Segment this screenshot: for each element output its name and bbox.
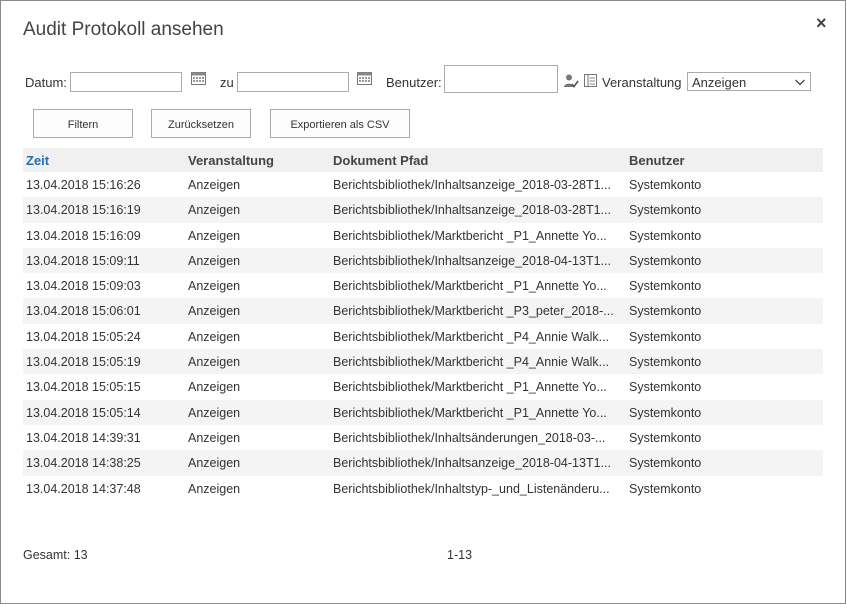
user-label: Benutzer: [386,75,442,90]
cell-document-path: Berichtsbibliothek/Inhaltstyp-_und_Liste… [333,481,610,496]
date-from-input[interactable] [70,72,182,92]
cell-time: 13.04.2018 15:05:15 [26,380,141,395]
event-label: Veranstaltung [602,75,682,90]
close-icon[interactable]: × [816,13,827,34]
cell-event: Anzeigen [188,355,241,370]
cell-user: Systemkonto [629,380,702,395]
cell-user: Systemkonto [629,329,702,344]
people-picker-icon[interactable] [563,73,579,89]
dialog-title: Audit Protokoll ansehen [23,19,224,40]
table-header: Zeit Veranstaltung Dokument Pfad Benutze… [23,148,823,172]
table-row[interactable]: 13.04.2018 15:16:19 Anzeigen Berichtsbibli… [23,197,823,223]
table-row[interactable]: 13.04.2018 15:09:11 Anzeigen Berichtsbibli… [23,247,823,274]
cell-user: Systemkonto [629,405,702,420]
column-header-event[interactable]: Veranstaltung [188,153,328,168]
table-row[interactable]: 13.04.2018 15:05:19 Anzeigen Berichtsbibli… [23,349,823,375]
cell-time: 13.04.2018 15:16:26 [26,178,141,192]
cell-time: 13.04.2018 15:09:11 [26,253,140,268]
cell-document-path: Berichtsbibliothek/Marktbericht _P1_Anne… [333,228,607,243]
table-row[interactable]: 13.04.2018 15:05:14 Anzeigen Berichtsbibli… [23,399,823,425]
cell-time: 13.04.2018 15:05:14 [26,405,141,420]
date-label: Datum: [25,75,67,90]
cell-document-path: Berichtsbibliothek/Inhaltsanzeige_2018-0… [333,203,611,218]
cell-user: Systemkonto [629,355,702,370]
cell-event: Anzeigen [188,329,241,344]
cell-user: Systemkonto [629,481,702,496]
cell-user: Systemkonto [629,253,702,268]
cell-event: Anzeigen [188,178,241,192]
cell-user: Systemkonto [629,203,702,218]
cell-time: 13.04.2018 15:16:09 [26,228,141,243]
cell-time: 13.04.2018 15:09:03 [26,279,141,294]
cell-document-path: Berichtsbibliothek/Inhaltsänderungen_201… [333,430,606,445]
table-row[interactable]: 13.04.2018 14:38:25 Anzeigen Berichtsbibli… [23,450,823,476]
calendar-icon[interactable] [357,71,372,85]
chevron-down-icon [795,79,805,86]
cell-time: 13.04.2018 15:16:19 [26,203,141,218]
audit-table: Zeit Veranstaltung Dokument Pfad Benutze… [23,148,823,501]
cell-document-path: Berichtsbibliothek/Marktbericht _P4_Anni… [333,329,610,344]
column-header-user[interactable]: Benutzer [629,153,819,168]
table-row[interactable]: 13.04.2018 14:37:48 Anzeigen Berichtsbibli… [23,476,823,501]
cell-user: Systemkonto [629,456,702,471]
cell-event: Anzeigen [188,430,241,445]
cell-user: Systemkonto [629,178,702,192]
audit-dialog: Audit Protokoll ansehen × Datum: zu Benu… [0,0,846,604]
cell-document-path: Berichtsbibliothek/Inhaltsanzeige_2018-0… [333,456,611,471]
cell-time: 13.04.2018 15:06:01 [26,304,141,319]
cell-user: Systemkonto [629,304,702,319]
cell-event: Anzeigen [188,481,241,496]
cell-document-path: Berichtsbibliothek/Marktbericht _P1_Anne… [333,405,607,420]
cell-event: Anzeigen [188,304,241,319]
cell-event: Anzeigen [188,405,241,420]
to-label: zu [220,75,234,90]
cell-document-path: Berichtsbibliothek/Inhaltsanzeige_2018-0… [333,178,611,192]
column-header-document-path[interactable]: Dokument Pfad [333,153,621,168]
cell-event: Anzeigen [188,380,241,395]
filter-button[interactable]: Filtern [33,109,133,138]
table-row[interactable]: 13.04.2018 15:05:24 Anzeigen Berichtsbibli… [23,324,823,349]
table-row[interactable]: 13.04.2018 15:16:09 Anzeigen Berichtsbibli… [23,223,823,248]
cell-document-path: Berichtsbibliothek/Inhaltsanzeige_2018-0… [333,253,611,268]
event-select-value: Anzeigen [692,75,747,90]
cell-event: Anzeigen [188,279,241,294]
total-count: Gesamt: 13 [23,548,88,562]
cell-event: Anzeigen [188,228,241,243]
cell-document-path: Berichtsbibliothek/Marktbericht _P1_Anne… [333,279,607,294]
table-row[interactable]: 13.04.2018 15:06:01 Anzeigen Berichtsbibli… [23,298,823,324]
cell-user: Systemkonto [629,228,702,243]
cell-document-path: Berichtsbibliothek/Marktbericht _P1_Anne… [333,380,607,395]
export-csv-button[interactable]: Exportieren als CSV [270,109,410,138]
table-row[interactable]: 13.04.2018 15:09:03 Anzeigen Berichtsbibli… [23,273,823,298]
cell-event: Anzeigen [188,203,241,218]
cell-document-path: Berichtsbibliothek/Marktbericht _P4_Anni… [333,355,610,370]
address-book-icon[interactable] [583,73,598,88]
cell-user: Systemkonto [629,279,702,294]
column-header-time[interactable]: Zeit [26,153,186,168]
pager: 1-13 [447,548,473,562]
cell-time: 13.04.2018 15:05:24 [26,329,141,344]
cell-document-path: Berichtsbibliothek/Marktbericht _P3_pete… [333,304,614,319]
calendar-icon[interactable] [191,71,206,85]
table-row[interactable]: 13.04.2018 15:16:26 Anzeigen Berichtsbibli… [23,172,823,197]
table-row[interactable]: 13.04.2018 14:39:31 Anzeigen Berichtsbibli… [23,425,823,450]
cell-time: 13.04.2018 14:37:48 [26,481,141,496]
cell-time: 13.04.2018 14:38:25 [26,456,141,471]
reset-button[interactable]: Zurücksetzen [151,109,251,138]
cell-event: Anzeigen [188,253,241,268]
user-input[interactable] [444,65,558,93]
cell-event: Anzeigen [188,456,241,471]
cell-time: 13.04.2018 15:05:19 [26,355,141,370]
table-row[interactable]: 13.04.2018 15:05:15 Anzeigen Berichtsbibli… [23,374,823,399]
date-to-input[interactable] [237,72,349,92]
cell-user: Systemkonto [629,430,702,445]
cell-time: 13.04.2018 14:39:31 [26,430,141,445]
table-body: 13.04.2018 15:16:26 Anzeigen Berichtsbibli… [23,172,823,501]
event-select[interactable]: Anzeigen [687,72,811,91]
